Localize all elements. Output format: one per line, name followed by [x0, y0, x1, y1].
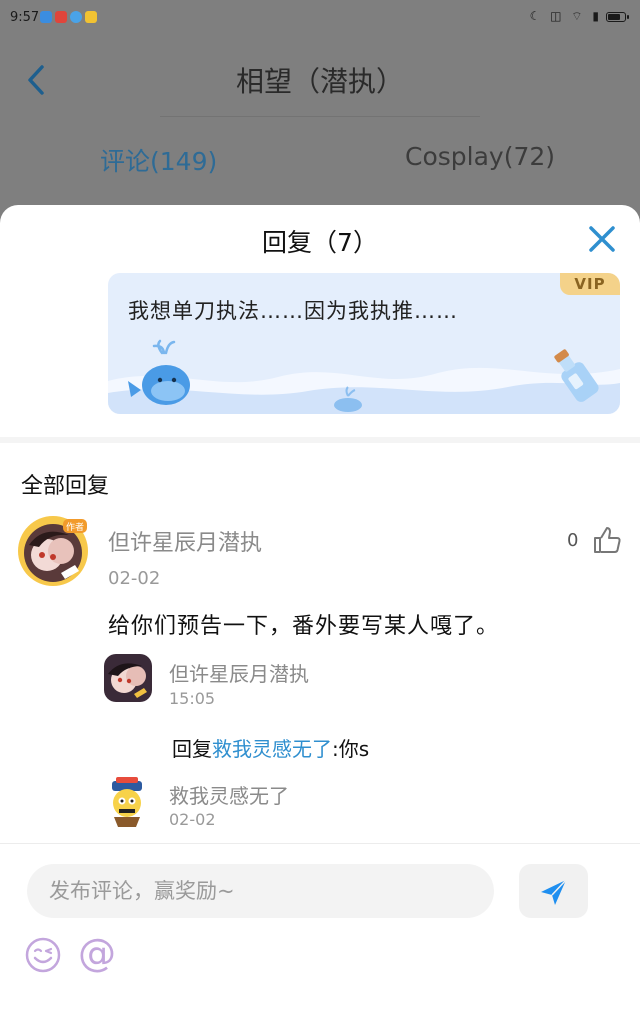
mention-button[interactable]: @	[78, 930, 116, 976]
battery-icon	[606, 12, 629, 22]
close-button[interactable]	[586, 223, 618, 255]
send-button[interactable]	[519, 864, 588, 918]
reply-target-user[interactable]: 救我灵感无了	[212, 737, 332, 761]
app-notification-icon	[40, 11, 52, 23]
reply-author-name[interactable]: 救我灵感无了	[169, 780, 289, 809]
app-notification-icon	[55, 11, 67, 23]
status-bar: 9:57 ☾ ◫ ⌔ ▮	[0, 0, 640, 36]
header-divider	[160, 116, 480, 117]
author-avatar[interactable]: 作者	[17, 515, 89, 587]
tab-comments[interactable]: 评论(149)	[100, 142, 217, 178]
comment-input-bar: @	[0, 843, 640, 1024]
sheet-title: 回复（7）	[262, 228, 378, 257]
comment-input[interactable]	[27, 864, 494, 918]
author-badge: 作者	[66, 521, 84, 533]
page-title: 相望（潜执）	[235, 65, 404, 98]
reply-sheet: 回复（7） 我想单刀执法……因为我执推…… VIP 全部回复 作者 但许星辰月潜…	[0, 205, 640, 1024]
reply-time: 02-02	[169, 810, 216, 829]
send-icon	[541, 879, 567, 905]
page-header: 相望（潜执）	[0, 36, 640, 126]
app-notification-icon	[85, 11, 97, 23]
comment-text: 给你们预告一下，番外要写某人嘎了。	[108, 614, 500, 639]
emoji-icon[interactable]	[24, 936, 62, 974]
original-comment-text: 我想单刀执法……因为我执推……	[128, 299, 458, 323]
tab-bar: 评论(149) Cosplay(72)	[0, 126, 640, 196]
reply-text-line: 回复救我灵感无了:你s	[172, 733, 369, 762]
like-count: 0	[567, 530, 579, 551]
reply-time: 15:05	[169, 689, 216, 708]
reply-text: :你s	[332, 737, 370, 761]
reply-prefix: 回复	[172, 737, 212, 761]
section-divider	[0, 437, 640, 443]
reply-author-avatar[interactable]	[104, 654, 152, 702]
reply-author-avatar[interactable]	[104, 775, 152, 827]
tab-cosplay[interactable]: Cosplay(72)	[405, 142, 555, 171]
cloud-notification-icon	[70, 11, 82, 23]
original-comment-card: 我想单刀执法……因为我执推…… VIP	[108, 273, 620, 414]
battery-level	[608, 14, 620, 20]
vip-badge: VIP	[560, 273, 620, 295]
comment-author-name[interactable]: 但许星辰月潜执	[108, 525, 262, 557]
status-icons: ☾ ◫ ⌔ ▮	[529, 9, 602, 23]
reply-author-name[interactable]: 但许星辰月潜执	[169, 658, 309, 687]
comment-date: 02-02	[108, 568, 161, 589]
all-replies-heading: 全部回复	[21, 474, 110, 499]
status-time: 9:57	[10, 10, 40, 25]
thumbs-up-icon[interactable]	[592, 525, 622, 555]
